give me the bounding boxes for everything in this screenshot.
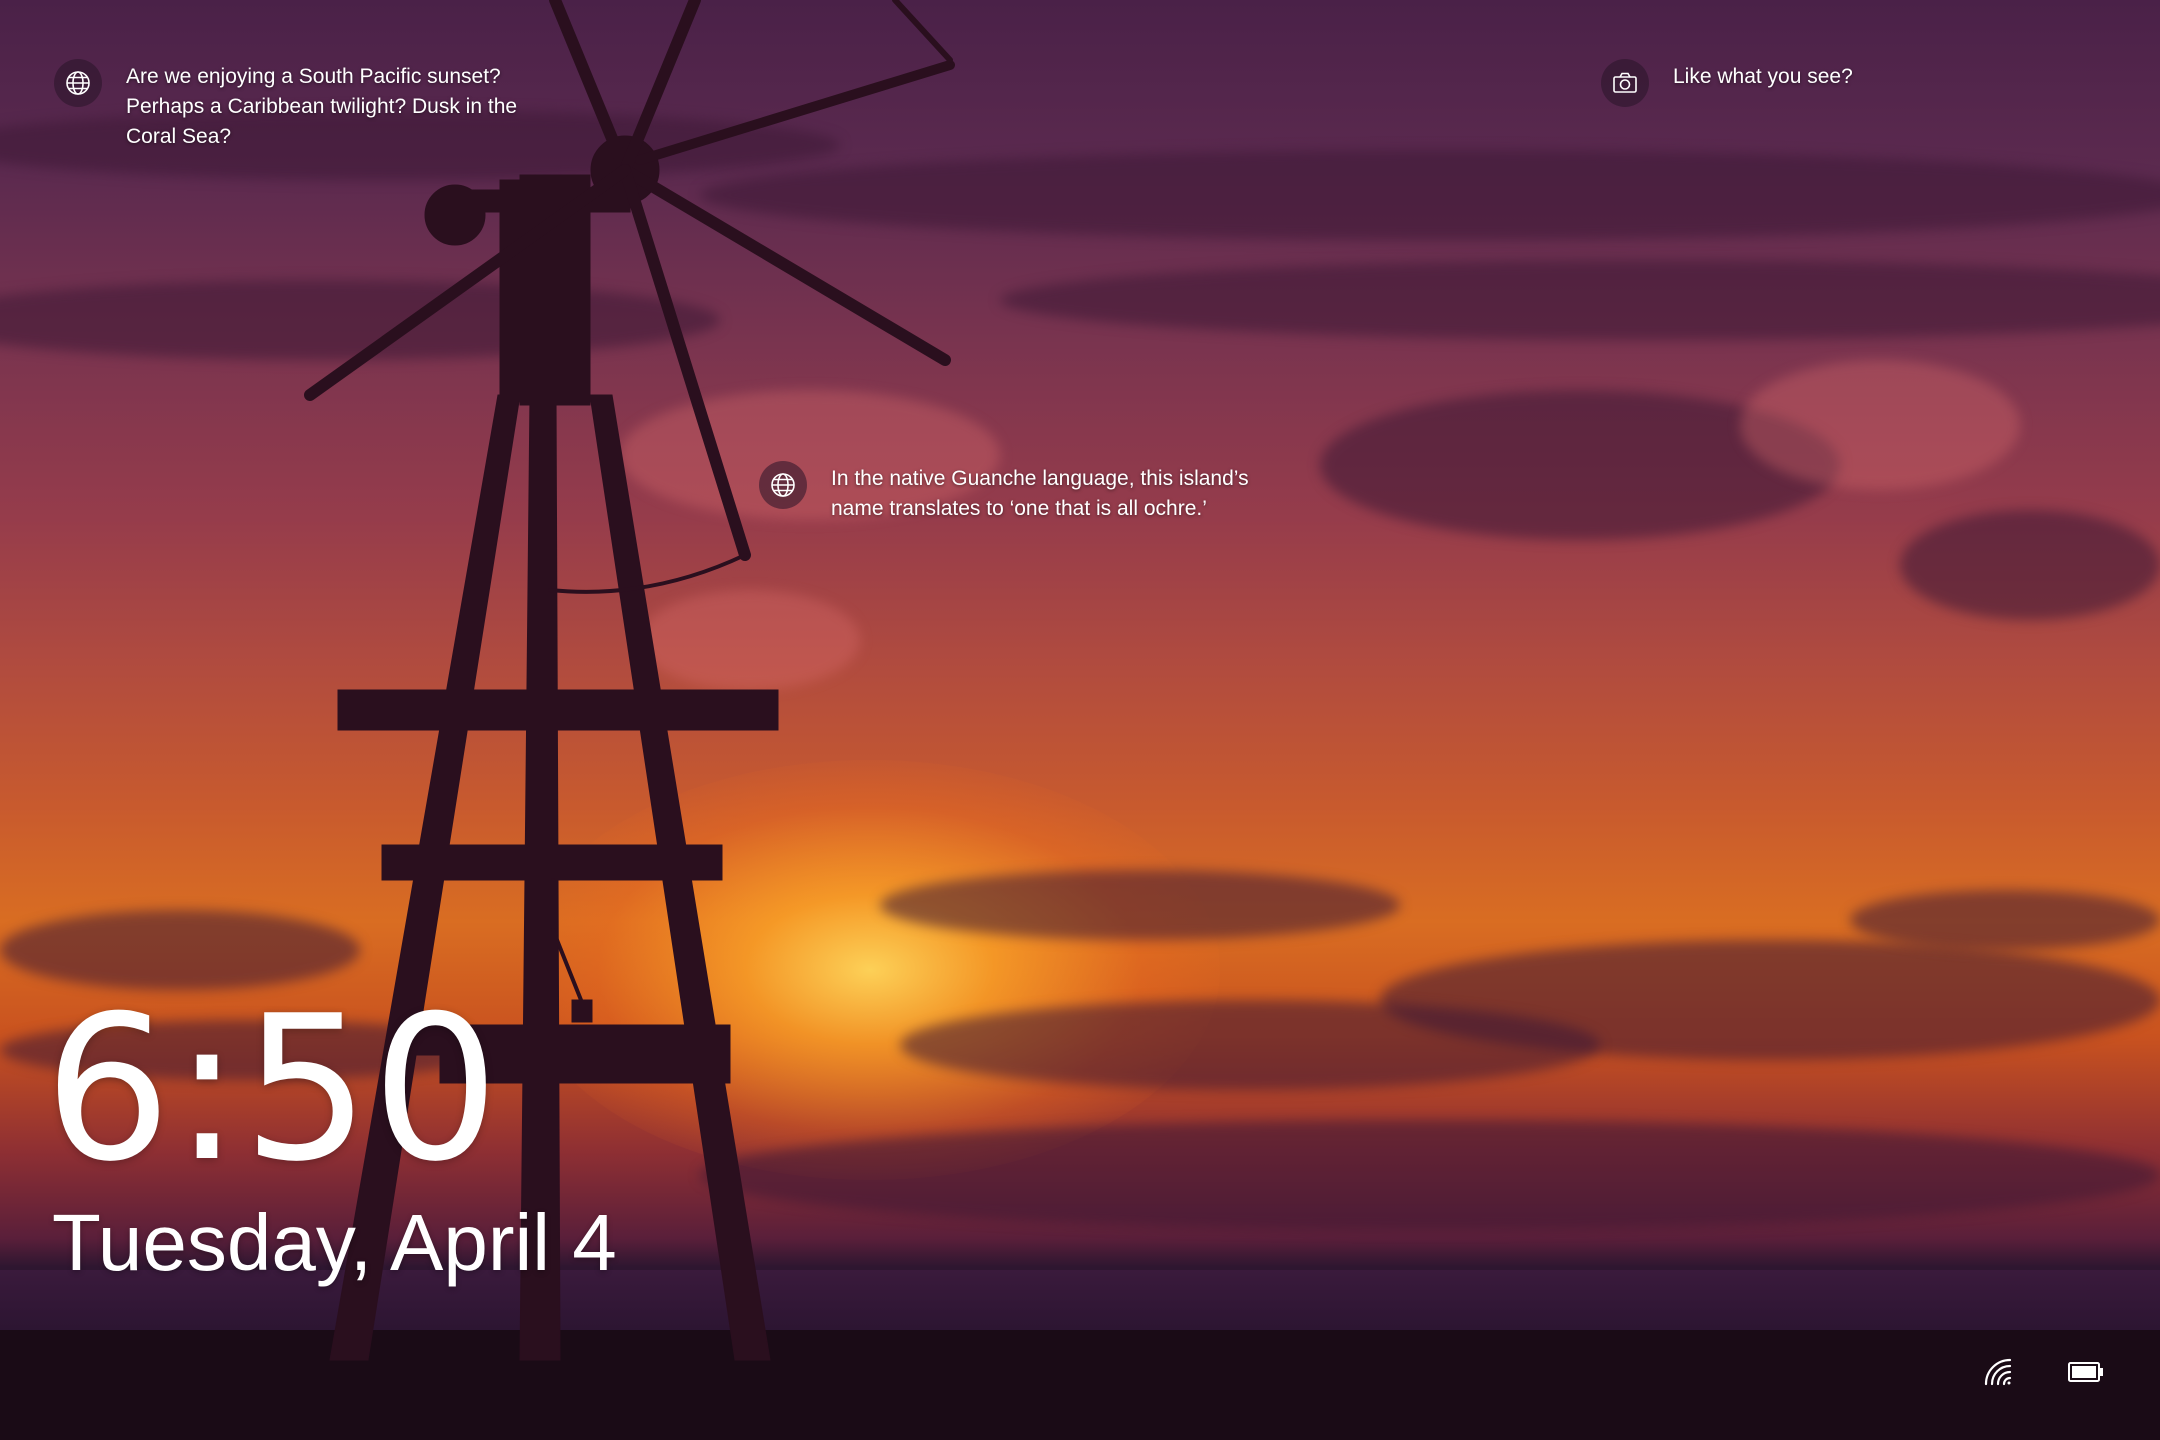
status-tray: [1978, 1352, 2106, 1392]
spotlight-hotspot-2[interactable]: In the native Guanche language, this isl…: [759, 461, 1261, 524]
spotlight-hotspot-2-text: In the native Guanche language, this isl…: [831, 467, 1249, 520]
globe-icon[interactable]: [759, 461, 807, 509]
like-what-you-see-prompt[interactable]: Like what you see?: [1601, 59, 1973, 107]
globe-icon[interactable]: [54, 59, 102, 107]
lock-screen-time: 6:50: [44, 973, 502, 1206]
camera-icon[interactable]: [1601, 59, 1649, 107]
lock-screen-date: Tuesday, April 4: [52, 1198, 617, 1287]
lock-screen[interactable]: Are we enjoying a South Pacific sunset? …: [0, 0, 2160, 1440]
like-what-you-see-text: Like what you see?: [1673, 65, 1853, 88]
battery-icon[interactable]: [2066, 1352, 2106, 1392]
spotlight-hotspot-1[interactable]: Are we enjoying a South Pacific sunset? …: [54, 59, 566, 152]
spotlight-hotspot-1-text: Are we enjoying a South Pacific sunset? …: [126, 65, 518, 148]
wifi-icon[interactable]: [1978, 1352, 2018, 1392]
